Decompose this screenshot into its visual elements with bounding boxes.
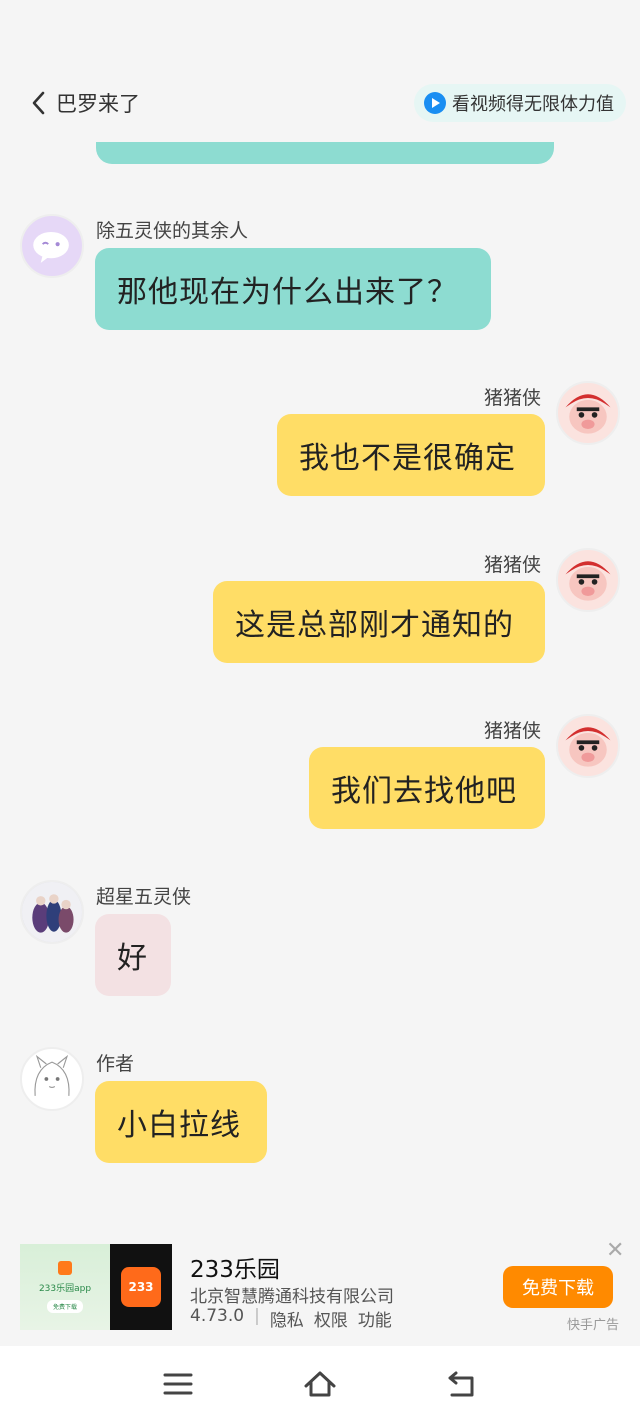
ad-meta: 4.73.0 | 隐私 权限 功能: [190, 1306, 392, 1331]
ad-permissions-link[interactable]: 权限: [314, 1306, 348, 1331]
message-bubble[interactable]: 我们去找他吧: [309, 747, 545, 829]
back-icon[interactable]: [444, 1366, 480, 1402]
ad-features-link[interactable]: 功能: [358, 1306, 392, 1331]
chat-title: 巴罗来了: [56, 92, 140, 116]
message-bubble[interactable]: 我也不是很确定: [277, 414, 545, 496]
ad-label: 快手广告: [567, 1318, 620, 1333]
menu-icon[interactable]: [160, 1366, 196, 1402]
ad-thumb-button: 免费下载: [46, 1300, 83, 1313]
sender-name: 猪猪侠: [484, 554, 542, 576]
ad-title: 233乐园: [190, 1257, 280, 1283]
sender-name: 猪猪侠: [484, 720, 542, 742]
home-icon[interactable]: [302, 1366, 338, 1402]
download-button[interactable]: 免费下载: [503, 1266, 613, 1308]
sender-name: 超星五灵侠: [96, 886, 192, 908]
app-icon: 233: [121, 1267, 161, 1307]
ad-thumb-title: 233乐园app: [38, 1284, 92, 1294]
chevron-left-icon: [32, 91, 45, 115]
sketch-avatar[interactable]: [20, 1047, 84, 1111]
sender-name: 猪猪侠: [484, 387, 542, 409]
sender-name: 作者: [96, 1053, 135, 1075]
pig-hero-avatar[interactable]: [556, 381, 620, 445]
ad-privacy-link[interactable]: 隐私: [270, 1306, 304, 1331]
group-photo-avatar[interactable]: [20, 880, 84, 944]
ad-company: 北京智慧腾通科技有限公司: [190, 1287, 394, 1307]
pig-hero-avatar[interactable]: [556, 714, 620, 778]
ad-thumbnail[interactable]: 233乐园app 免费下载 233: [20, 1244, 172, 1330]
chat-header: 巴罗来了 看视频得无限体力值: [0, 80, 640, 126]
play-icon: [424, 92, 446, 114]
back-button[interactable]: 巴罗来了: [30, 88, 140, 118]
watch-video-label: 看视频得无限体力值: [452, 94, 614, 115]
pig-hero-avatar[interactable]: [556, 548, 620, 612]
ghost-avatar[interactable]: [20, 214, 84, 278]
sender-name: 除五灵侠的其余人: [96, 220, 249, 242]
message-bubble[interactable]: 那他现在为什么出来了？: [95, 248, 491, 330]
ad-version: 4.73.0: [190, 1306, 245, 1326]
close-icon[interactable]: ✕: [606, 1240, 624, 1262]
app-mini-icon: [58, 1261, 72, 1275]
system-navigation-bar: [0, 1346, 640, 1422]
message-bubble[interactable]: 这是总部刚才通知的: [213, 581, 545, 663]
ad-banner[interactable]: 233乐园app 免费下载 233 233乐园 北京智慧腾通科技有限公司 4.7…: [0, 1232, 640, 1344]
previous-message-bubble: [96, 142, 554, 164]
message-bubble[interactable]: 好: [95, 914, 171, 996]
message-bubble[interactable]: 小白拉线: [95, 1081, 267, 1163]
watch-video-button[interactable]: 看视频得无限体力值: [414, 84, 626, 122]
